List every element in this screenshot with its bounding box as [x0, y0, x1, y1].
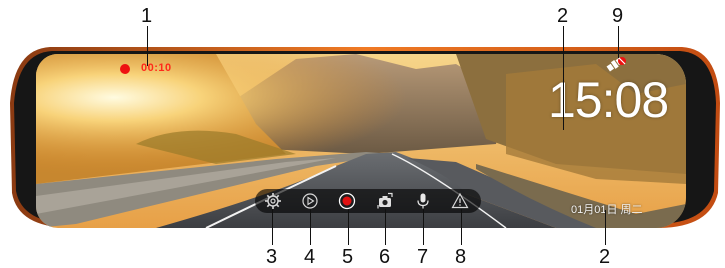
emergency-lock-button[interactable] [451, 192, 469, 210]
callout-number-6: 6 [379, 246, 391, 268]
callout-number-2-bottom: 2 [599, 246, 611, 268]
control-toolbar [255, 189, 481, 213]
microphone-button[interactable] [414, 192, 432, 210]
play-icon [302, 193, 318, 209]
callout-leader-2-date [605, 210, 606, 245]
record-button[interactable] [338, 192, 356, 210]
callout-leader-6 [385, 209, 386, 245]
callout-number-2-top: 2 [557, 5, 569, 27]
callout-leader-5 [348, 209, 349, 245]
gear-icon [265, 193, 281, 209]
camera-switch-icon [377, 192, 393, 209]
recording-time: 00:10 [141, 62, 172, 74]
date-display: 01月01日 周二 [571, 204, 643, 216]
record-icon [338, 192, 356, 210]
callout-leader-2-clock [563, 26, 564, 130]
callout-number-7: 7 [417, 246, 429, 268]
gps-satellite-icon [604, 56, 628, 74]
callout-leader-1 [147, 26, 148, 66]
callout-number-5: 5 [342, 246, 354, 268]
microphone-icon [417, 193, 429, 209]
warning-icon [451, 192, 469, 209]
recording-indicator-dot [120, 64, 130, 74]
settings-button[interactable] [264, 192, 282, 210]
camera-switch-button[interactable] [376, 192, 394, 210]
callout-number-1: 1 [141, 5, 153, 27]
callout-number-8: 8 [455, 246, 467, 268]
callout-number-4: 4 [304, 246, 316, 268]
callout-number-3: 3 [266, 246, 278, 268]
callout-leader-8 [461, 209, 462, 245]
clock-time: 15:08 [548, 72, 669, 128]
callout-leader-4 [310, 209, 311, 245]
callout-number-9: 9 [612, 5, 624, 27]
callout-leader-9 [618, 26, 619, 58]
callout-leader-3 [272, 209, 273, 245]
callout-leader-7 [423, 209, 424, 245]
playback-button[interactable] [301, 192, 319, 210]
